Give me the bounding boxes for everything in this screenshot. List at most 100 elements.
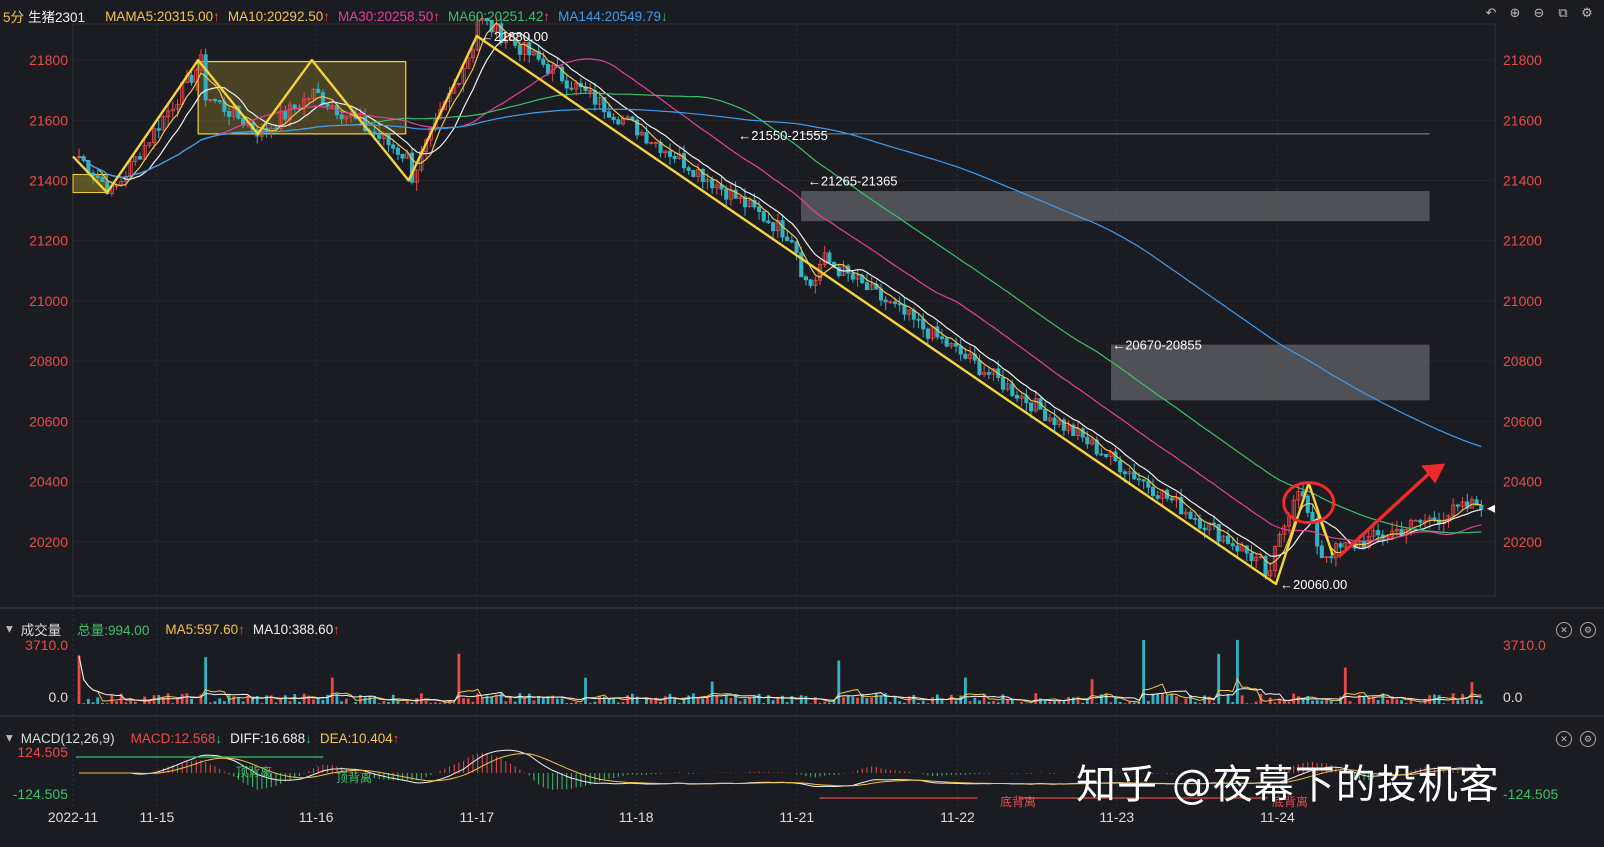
y-tick-label: 20600 bbox=[29, 413, 68, 429]
candle-body bbox=[883, 299, 888, 303]
ma10-value: MA10:20292.50 bbox=[227, 8, 324, 24]
candle-body bbox=[541, 58, 546, 65]
candle-body bbox=[1197, 518, 1202, 529]
candle-body bbox=[1455, 504, 1460, 507]
macd-header: ▾ MACD(12,26,9) MACD:12.568 ↓ DIFF:16.688… bbox=[6, 727, 403, 749]
volume-ma5: MA5:597.60 bbox=[165, 621, 239, 637]
x-tick-label: 11-23 bbox=[1099, 809, 1134, 825]
candle-body bbox=[1122, 471, 1127, 475]
y-tick-label: 21000 bbox=[29, 293, 68, 309]
candle-body bbox=[1230, 543, 1235, 547]
candle-body bbox=[217, 100, 222, 103]
close-icon[interactable]: ✕ bbox=[1556, 731, 1572, 747]
candle-body bbox=[953, 343, 959, 347]
candle-body bbox=[616, 119, 621, 125]
period-label[interactable]: 5分 bbox=[3, 6, 24, 26]
ma-label: MA bbox=[105, 8, 126, 24]
undo-icon[interactable]: ↶ bbox=[1484, 6, 1498, 20]
collapse-icon[interactable]: ▾ bbox=[6, 621, 13, 637]
candle-body bbox=[691, 170, 696, 177]
macd-tick-label: -124.505 bbox=[13, 786, 68, 802]
volume-panel-tools: ✕ ⚙ bbox=[1556, 622, 1596, 638]
candle-body bbox=[1146, 480, 1151, 488]
y-tick-label-right: 21400 bbox=[1503, 173, 1542, 189]
candle-body bbox=[944, 338, 949, 347]
price-annotation: ←20670-20855 bbox=[1112, 338, 1202, 353]
candle-body bbox=[569, 87, 574, 90]
price-chart: 20200 20200 20400 20400 20600 20600 20800 20800… bbox=[0, 14, 1604, 825]
macd-arrow: ↓ bbox=[215, 730, 223, 746]
candle-body bbox=[1029, 402, 1034, 412]
candle-body bbox=[1010, 383, 1015, 396]
candle-body bbox=[1329, 556, 1334, 559]
settings-icon[interactable]: ⚙ bbox=[1580, 6, 1594, 20]
candle-body bbox=[1136, 478, 1141, 481]
candle-body bbox=[1479, 504, 1484, 510]
ma5-arrow: ↑ bbox=[213, 8, 220, 24]
candle-body bbox=[939, 336, 945, 339]
volume-tick-label-right: 3710.0 bbox=[1503, 637, 1546, 653]
candle-body bbox=[377, 133, 382, 139]
price-annotation: ←21265-21365 bbox=[808, 174, 898, 189]
candle-body bbox=[1226, 535, 1231, 545]
candle-body bbox=[1235, 545, 1240, 552]
zoom-in-icon[interactable]: ⊕ bbox=[1508, 6, 1522, 20]
candle-body bbox=[137, 156, 143, 160]
symbol-label[interactable]: 生猪2301 bbox=[28, 6, 85, 26]
candle-body bbox=[1188, 511, 1193, 519]
candle-body bbox=[606, 111, 612, 118]
y-tick-label-right: 20200 bbox=[1503, 534, 1542, 550]
candle-body bbox=[986, 372, 991, 375]
collapse-icon[interactable]: ▾ bbox=[6, 730, 13, 746]
candle-body bbox=[672, 155, 677, 159]
candle-body bbox=[850, 272, 855, 280]
x-tick-label: 11-22 bbox=[940, 809, 975, 825]
diff-arrow: ↓ bbox=[305, 730, 312, 746]
y-tick-label-right: 20600 bbox=[1503, 413, 1542, 429]
settings-icon[interactable]: ⚙ bbox=[1580, 731, 1596, 747]
macd-panel-tools: ✕ ⚙ bbox=[1556, 731, 1596, 747]
zoom-out-icon[interactable]: ⊖ bbox=[1532, 6, 1546, 20]
candle-body bbox=[724, 188, 729, 200]
candle-body bbox=[803, 276, 808, 281]
candle-body bbox=[963, 353, 968, 359]
candle-body bbox=[780, 220, 785, 238]
candle-body bbox=[564, 80, 569, 89]
macd-title: MACD(12,26,9) bbox=[20, 730, 115, 746]
candle-body bbox=[1193, 518, 1198, 520]
candle-body bbox=[527, 42, 532, 56]
candle-body bbox=[1310, 512, 1315, 521]
x-tick-label: 11-15 bbox=[140, 809, 175, 825]
candle-body bbox=[1085, 436, 1090, 445]
candle-body bbox=[592, 89, 597, 105]
candle-body bbox=[921, 318, 926, 330]
candle-body bbox=[916, 318, 921, 321]
candle-body bbox=[339, 114, 344, 120]
volume-ma5-arrow: ↑ bbox=[238, 621, 245, 637]
candle-body bbox=[771, 222, 776, 232]
window-icon[interactable]: ⧉ bbox=[1556, 6, 1570, 20]
y-tick-label: 21600 bbox=[29, 112, 68, 128]
candle-body bbox=[794, 241, 799, 254]
x-tick-label: 11-16 bbox=[299, 809, 334, 825]
close-icon[interactable]: ✕ bbox=[1556, 622, 1572, 638]
diff-value: DIFF:16.688 bbox=[230, 730, 306, 746]
y-tick-label-right: 20400 bbox=[1503, 474, 1542, 490]
candle-body bbox=[977, 359, 982, 375]
ma30-arrow: ↑ bbox=[433, 8, 441, 24]
ma60-line bbox=[78, 92, 1482, 534]
macd-tick-label-right: -124.505 bbox=[1503, 786, 1558, 802]
candle-body bbox=[1052, 417, 1057, 425]
ma60-arrow: ↑ bbox=[543, 8, 551, 24]
candle-body bbox=[893, 301, 898, 305]
volume-ma10-line bbox=[78, 655, 1482, 702]
x-tick-label: 11-17 bbox=[459, 809, 494, 825]
candle-body bbox=[1014, 395, 1020, 399]
candle-body bbox=[1150, 486, 1156, 497]
candle-body bbox=[292, 104, 297, 109]
candle-body bbox=[686, 167, 691, 171]
x-tick-label: 11-21 bbox=[779, 809, 814, 825]
volume-ma5-line bbox=[78, 655, 1482, 704]
candle-body bbox=[517, 44, 522, 55]
settings-icon[interactable]: ⚙ bbox=[1580, 622, 1596, 638]
